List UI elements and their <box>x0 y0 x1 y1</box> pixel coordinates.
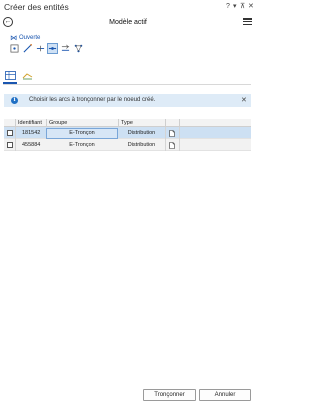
grid-header: Identifiant Groupe Type <box>4 119 251 127</box>
row-id: 455884 <box>22 142 41 148</box>
topology-status[interactable]: ⋈ Ouverte <box>10 34 40 42</box>
layer-edit-icon <box>22 73 32 80</box>
tool-network-icon[interactable] <box>73 43 84 54</box>
row-type: Distribution <box>127 130 156 136</box>
topology-icon: ⋈ <box>10 35 17 42</box>
tool-align-icon[interactable] <box>60 43 71 54</box>
tool-line-icon[interactable] <box>22 43 33 54</box>
row-checkbox[interactable] <box>7 142 13 148</box>
column-header-id[interactable]: Identifiant <box>18 120 42 126</box>
pane-title: Créer des entités <box>4 2 69 12</box>
cancel-button[interactable]: Annuler <box>199 389 251 401</box>
info-icon: i <box>11 97 18 104</box>
close-pane-button[interactable]: ✕ <box>248 2 254 11</box>
row-group: E-Tronçon <box>69 142 95 148</box>
tab-map-view[interactable] <box>20 70 34 81</box>
results-grid: Identifiant Groupe Type 181542 E-Tronçon… <box>4 119 251 152</box>
pin-button[interactable]: ⊼ <box>240 2 245 11</box>
close-icon[interactable]: ✕ <box>241 96 247 104</box>
column-header-type[interactable]: Type <box>121 120 133 126</box>
options-dropdown-button[interactable]: ▾ <box>233 2 237 11</box>
table-row[interactable]: 181542 E-Tronçon Distribution <box>4 127 251 139</box>
table-icon <box>4 71 16 80</box>
document-icon[interactable] <box>169 129 175 137</box>
help-button[interactable]: ? <box>226 2 230 11</box>
column-header-group[interactable]: Groupe <box>49 120 67 126</box>
tool-point-icon[interactable] <box>9 43 20 54</box>
row-type: Distribution <box>127 142 156 148</box>
split-button[interactable]: Tronçonner <box>143 389 196 401</box>
row-id: 181542 <box>22 130 41 136</box>
row-group: E-Tronçon <box>69 130 95 136</box>
info-message-bar: i Choisir les arcs à tronçonner par le n… <box>4 94 251 107</box>
tab-divider <box>3 83 251 84</box>
row-checkbox[interactable] <box>7 130 13 136</box>
info-message: Choisir les arcs à tronçonner par le noe… <box>29 97 156 103</box>
hamburger-menu-icon[interactable] <box>243 17 252 26</box>
table-row[interactable]: 455884 E-Tronçon Distribution <box>4 139 251 151</box>
document-icon[interactable] <box>169 141 175 149</box>
topology-label: Ouverte <box>19 35 41 41</box>
page-title: Modèle actif <box>109 19 147 26</box>
tool-split-icon[interactable] <box>35 43 46 54</box>
tab-table-view[interactable] <box>3 70 17 81</box>
tool-split-node-icon[interactable] <box>47 43 58 54</box>
